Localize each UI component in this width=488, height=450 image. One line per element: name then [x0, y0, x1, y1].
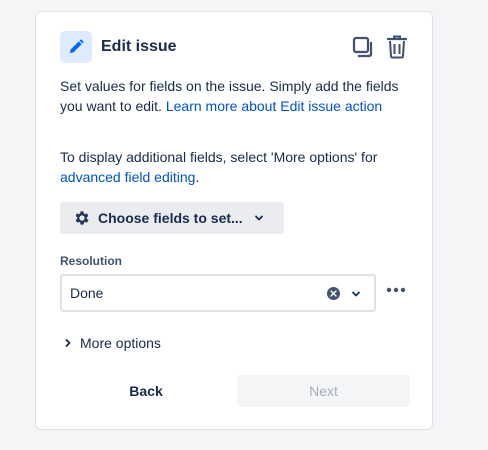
learn-more-link[interactable]: Learn more about Edit issue action [166, 98, 382, 114]
description-text-2: To display additional fields, select 'Mo… [60, 149, 378, 165]
resolution-value: Done [70, 285, 104, 301]
pencil-icon [60, 31, 92, 63]
description-text-end: . [195, 169, 200, 185]
edit-issue-panel: Edit issue Set values for fields on the … [35, 11, 433, 430]
chevron-down-icon[interactable] [350, 288, 362, 300]
chevron-right-icon [62, 337, 74, 349]
advanced-field-editing-link[interactable]: advanced field editing [60, 169, 195, 185]
back-button[interactable]: Back [112, 375, 180, 407]
more-options-toggle[interactable]: More options [62, 335, 161, 351]
more-actions-icon[interactable] [384, 280, 408, 300]
description-text: Set values for fields on the issue. Simp… [60, 76, 410, 116]
choose-fields-button[interactable]: Choose fields to set... [60, 202, 284, 234]
trash-icon[interactable] [384, 33, 410, 61]
header-actions [350, 33, 410, 61]
gear-icon [72, 208, 92, 228]
panel-title: Edit issue [101, 38, 177, 55]
resolution-label: Resolution [60, 254, 122, 268]
panel-header: Edit issue [60, 31, 410, 63]
next-button[interactable]: Next [237, 375, 410, 407]
more-options-label: More options [80, 335, 161, 351]
clear-icon[interactable] [327, 287, 340, 300]
duplicate-icon[interactable] [350, 33, 376, 61]
choose-fields-label: Choose fields to set... [98, 210, 243, 226]
advanced-editing-text: To display additional fields, select 'Mo… [60, 147, 410, 187]
resolution-select[interactable]: Done [60, 274, 376, 312]
chevron-down-icon [253, 212, 265, 224]
